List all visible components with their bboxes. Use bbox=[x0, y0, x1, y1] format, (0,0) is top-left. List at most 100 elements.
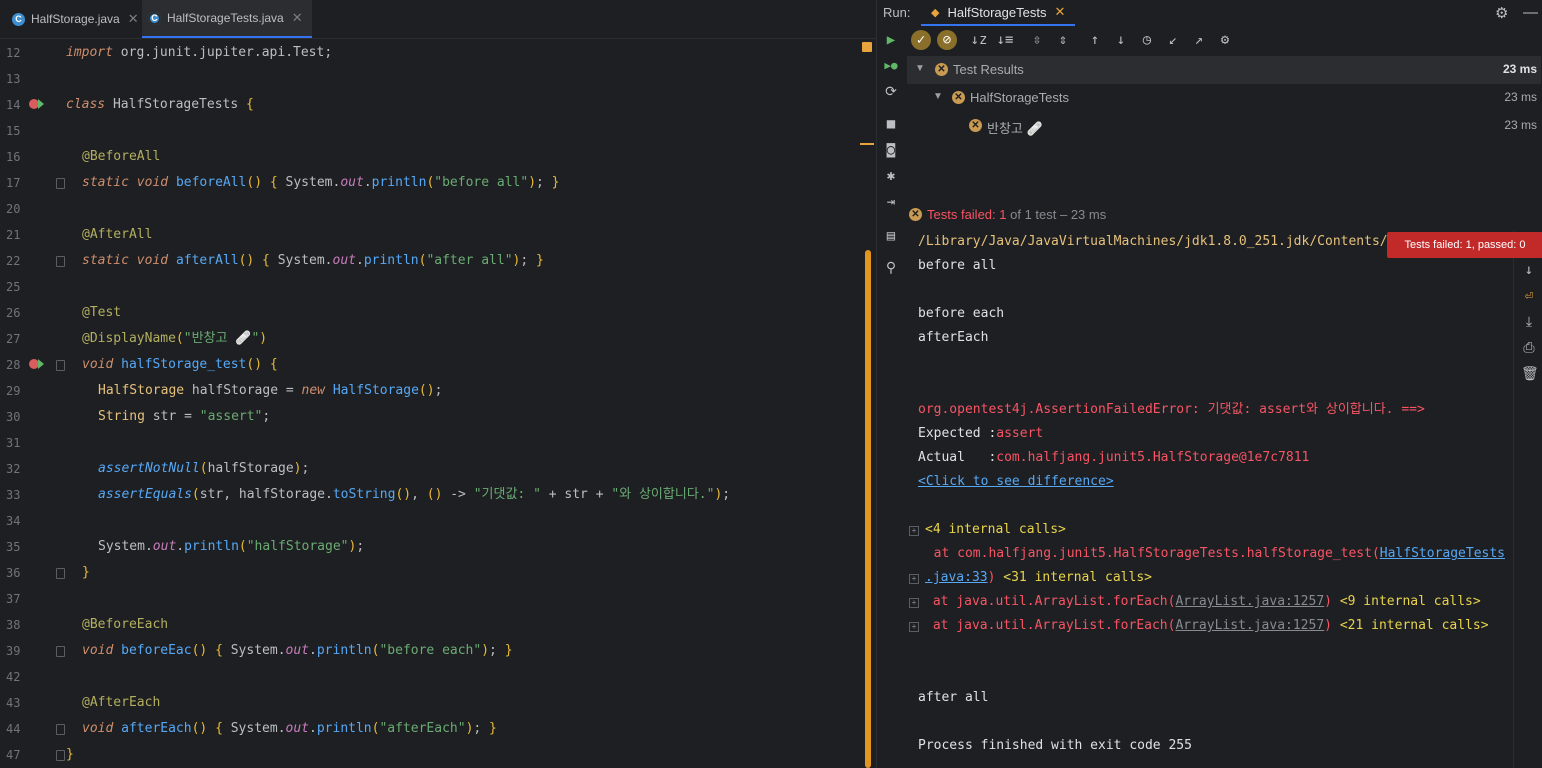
close-icon[interactable]: ✕ bbox=[292, 10, 303, 26]
code-line[interactable]: System.out.println("halfStorage"); bbox=[98, 534, 364, 560]
expand-internal-calls-icon[interactable]: + bbox=[909, 598, 919, 608]
code-line[interactable]: @AfterEach bbox=[82, 690, 160, 716]
line-number: 16 bbox=[6, 150, 21, 164]
warning-marker[interactable] bbox=[862, 42, 872, 52]
expand-arrow-icon[interactable]: ▼ bbox=[915, 63, 925, 74]
expand-internal-calls-icon[interactable]: + bbox=[909, 526, 919, 536]
previous-failed-icon[interactable]: ↑ bbox=[1085, 30, 1105, 50]
run-test-failed-icon[interactable] bbox=[28, 96, 44, 112]
expand-internal-calls-icon[interactable]: + bbox=[909, 622, 919, 632]
rerun-icon[interactable]: ▶ bbox=[883, 32, 899, 48]
pin-icon[interactable]: ⚲ bbox=[883, 260, 899, 276]
code-line[interactable]: } bbox=[66, 742, 74, 768]
code-line[interactable]: assertNotNull(halfStorage); bbox=[98, 456, 309, 482]
run-tab-label: HalfStorageTests bbox=[947, 4, 1047, 20]
code-line[interactable]: @Test bbox=[82, 300, 121, 326]
expand-all-icon[interactable]: ⇳ bbox=[1027, 30, 1047, 50]
internal-calls[interactable]: <4 internal calls> bbox=[925, 518, 1066, 542]
code-line[interactable]: static void beforeAll() { System.out.pri… bbox=[82, 170, 560, 196]
line-number: 47 bbox=[6, 748, 21, 762]
status-prefix: Tests failed: bbox=[927, 207, 1000, 222]
code-line[interactable]: static void afterAll() { System.out.prin… bbox=[82, 248, 544, 274]
show-ignored-icon[interactable]: ⊘ bbox=[937, 30, 957, 50]
tab-halfstorage[interactable]: C HalfStorage.java ✕ bbox=[6, 0, 148, 38]
failed-icon: ✕ bbox=[952, 91, 965, 104]
stack-frame-link[interactable]: HalfStorageTests bbox=[1380, 546, 1505, 561]
close-icon[interactable]: ✕ bbox=[128, 11, 139, 27]
show-passed-icon[interactable]: ✓ bbox=[911, 30, 931, 50]
close-icon[interactable]: ✕ bbox=[1054, 4, 1065, 20]
stack-frame-link[interactable]: ArrayList.java:1257 bbox=[1175, 618, 1324, 633]
internal-calls[interactable]: <21 internal calls> bbox=[1332, 618, 1489, 633]
layout-icon[interactable]: ▤ bbox=[883, 228, 899, 244]
code-line[interactable]: @BeforeAll bbox=[82, 144, 160, 170]
collapse-all-icon[interactable]: ⇕ bbox=[1053, 30, 1073, 50]
stack-frame-text: at java.util.ArrayList.forEach( bbox=[925, 618, 1176, 633]
gear-icon[interactable]: ⚙ bbox=[1495, 4, 1508, 22]
exit-icon[interactable]: ⇥ bbox=[883, 194, 899, 210]
code-line[interactable]: String str = "assert"; bbox=[98, 404, 270, 430]
print-icon[interactable]: ⎙ bbox=[1521, 340, 1537, 356]
failed-icon: ✕ bbox=[935, 63, 948, 76]
trash-icon[interactable]: 🗑 bbox=[1521, 366, 1539, 382]
line-number: 14 bbox=[6, 98, 21, 112]
tab-halfstoragetests[interactable]: C HalfStorageTests.java ✕ bbox=[142, 0, 312, 38]
line-number: 27 bbox=[6, 332, 21, 346]
code-line[interactable]: HalfStorage halfStorage = new HalfStorag… bbox=[98, 378, 442, 404]
history-icon[interactable]: ◷ bbox=[1137, 30, 1157, 50]
console-output[interactable]: /Library/Java/JavaVirtualMachines/jdk1.8… bbox=[907, 230, 1513, 768]
stop-icon[interactable]: ■ bbox=[883, 116, 899, 132]
status-text: Tests failed: 1 of 1 test – 23 ms bbox=[927, 207, 1106, 222]
expand-arrow-icon[interactable]: ▼ bbox=[933, 91, 943, 102]
scroll-to-end-icon[interactable]: ⤓ bbox=[1521, 314, 1537, 330]
toggle-auto-test-icon[interactable]: ⟳ bbox=[883, 84, 899, 100]
run-test-failed-icon[interactable] bbox=[28, 356, 44, 372]
tree-row-class[interactable]: ▼ ✕ HalfStorageTests 23 ms bbox=[907, 84, 1541, 112]
camera-icon[interactable]: ◙ bbox=[883, 142, 899, 158]
click-to-see-difference-link[interactable]: <Click to see difference> bbox=[918, 470, 1114, 494]
export-tests-icon[interactable]: ↗ bbox=[1189, 30, 1209, 50]
code-line[interactable]: } bbox=[82, 560, 90, 586]
tree-time: 23 ms bbox=[1504, 118, 1537, 132]
tree-row-test[interactable]: ✕ 반창고 🩹 23 ms bbox=[907, 112, 1541, 140]
stack-frame-link[interactable]: ArrayList.java:1257 bbox=[1175, 594, 1324, 609]
expand-internal-calls-icon[interactable]: + bbox=[909, 574, 919, 584]
console-before-all: before all bbox=[918, 258, 997, 273]
code-line[interactable]: void halfStorage_test() { bbox=[82, 352, 278, 378]
code-line[interactable]: import org.junit.jupiter.api.Test; bbox=[66, 40, 332, 66]
code-line[interactable]: @BeforeEach bbox=[82, 612, 168, 638]
sort-alpha-icon[interactable]: ↓z bbox=[969, 30, 989, 50]
stack-frame-text: ) bbox=[1324, 594, 1332, 609]
actual-value: com.halfjang.junit5.HalfStorage@1e7c7811 bbox=[996, 450, 1310, 465]
tree-row-test-results[interactable]: ▼ ✕ Test Results 23 ms bbox=[907, 56, 1541, 84]
line-number: 44 bbox=[6, 722, 21, 736]
scroll-marker[interactable] bbox=[860, 143, 874, 145]
actual-label: Actual : bbox=[918, 450, 997, 465]
code-line[interactable]: @DisplayName("반창고 🩹") bbox=[82, 326, 267, 352]
rerun-failed-icon[interactable]: ▶● bbox=[883, 58, 899, 74]
code-line[interactable]: @AfterAll bbox=[82, 222, 152, 248]
line-number: 22 bbox=[6, 254, 21, 268]
import-tests-icon[interactable]: ↙ bbox=[1163, 30, 1183, 50]
code-editor[interactable]: C HalfStorage.java ✕ C HalfStorageTests.… bbox=[0, 0, 876, 768]
code-area[interactable]: import org.junit.jupiter.api.Test; class … bbox=[56, 38, 860, 768]
run-header: Run: ◆ HalfStorageTests ✕ ⚙ — bbox=[877, 0, 1542, 26]
internal-calls[interactable]: <9 internal calls> bbox=[1332, 594, 1481, 609]
run-tab[interactable]: ◆ HalfStorageTests ✕ bbox=[921, 0, 1076, 26]
line-number: 20 bbox=[6, 202, 21, 216]
minimize-icon[interactable]: — bbox=[1523, 4, 1538, 21]
debug-icon[interactable]: ✱ bbox=[883, 168, 899, 184]
line-number: 43 bbox=[6, 696, 21, 710]
code-line[interactable]: void beforeEac() { System.out.println("b… bbox=[82, 638, 513, 664]
editor-scrollbar[interactable] bbox=[865, 250, 871, 768]
next-failed-icon[interactable]: ↓ bbox=[1111, 30, 1131, 50]
internal-calls[interactable]: <31 internal calls> bbox=[995, 570, 1152, 585]
code-line[interactable]: assertEquals(str, halfStorage.toString()… bbox=[98, 482, 730, 508]
code-line[interactable]: class HalfStorageTests { bbox=[66, 92, 254, 118]
settings-icon[interactable]: ⚙ bbox=[1215, 30, 1235, 50]
scroll-down-icon[interactable]: ↓ bbox=[1521, 262, 1537, 278]
stack-frame-link[interactable]: .java:33 bbox=[925, 570, 988, 585]
soft-wrap-icon[interactable]: ⏎ bbox=[1521, 288, 1537, 304]
sort-duration-icon[interactable]: ↓≡ bbox=[995, 30, 1015, 50]
code-line[interactable]: void afterEach() { System.out.println("a… bbox=[82, 716, 497, 742]
